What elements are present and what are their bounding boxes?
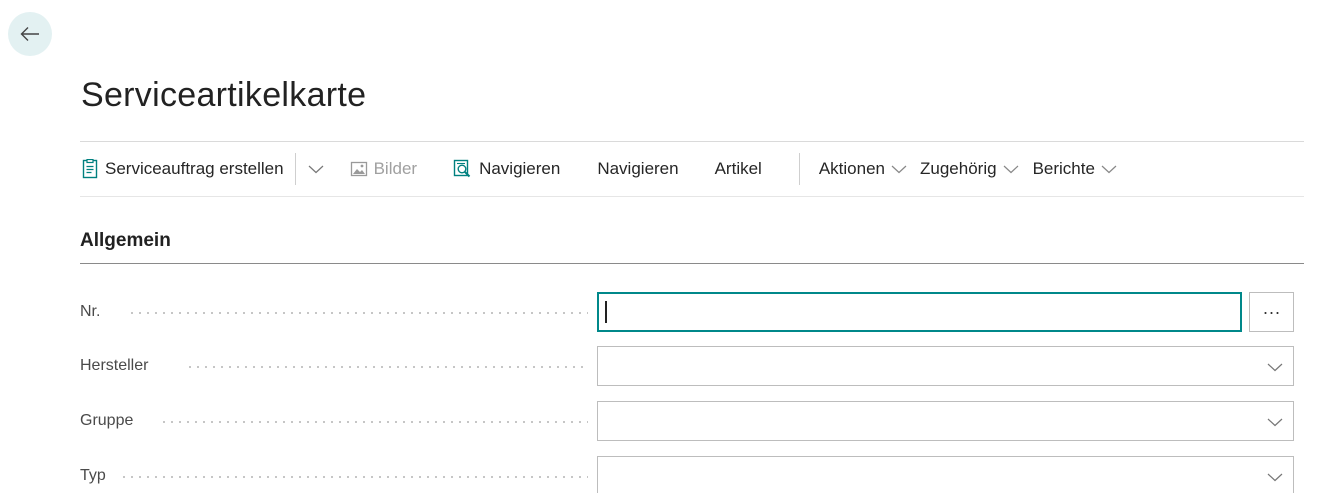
back-button[interactable] [8, 12, 52, 56]
pictures-label: Bilder [373, 159, 418, 178]
page-title: Serviceartikelkarte [81, 76, 367, 114]
leader-dots [128, 312, 588, 314]
section-divider [80, 263, 1304, 264]
chevron-down-icon [1261, 347, 1289, 387]
navigate-button[interactable]: Navigieren [597, 142, 678, 196]
field-row-manufacturer: Hersteller [80, 346, 1294, 386]
field-row-type: Typ [80, 456, 1294, 493]
separator [798, 153, 800, 185]
section-title[interactable]: Allgemein [80, 230, 171, 252]
search-document-icon [453, 159, 473, 179]
related-menu[interactable]: Zugehörig [920, 142, 1019, 196]
chevron-down-icon [1261, 457, 1289, 493]
arrow-left-icon [20, 26, 40, 42]
navigate-icon-button[interactable]: Navigieren [453, 142, 560, 196]
action-bar: Serviceauftrag erstellen Bilder Navigier… [80, 141, 1304, 197]
chevron-down-icon [1003, 164, 1019, 174]
manufacturer-dropdown[interactable] [597, 346, 1294, 386]
reports-label: Berichte [1032, 159, 1095, 178]
ellipsis-icon: ··· [1262, 301, 1281, 322]
page: Serviceartikelkarte Serviceauftrag erste… [0, 0, 1324, 493]
leader-dots [160, 421, 588, 423]
reports-menu[interactable]: Berichte [1033, 142, 1117, 196]
field-label-number: Nr. [80, 303, 101, 320]
field-row-group: Gruppe [80, 401, 1294, 441]
navigate-label: Navigieren [597, 159, 679, 178]
chevron-down-icon [1101, 164, 1117, 174]
document-icon [81, 159, 99, 179]
field-label-type: Typ [80, 467, 106, 484]
leader-dots [186, 366, 588, 368]
type-dropdown[interactable] [597, 456, 1294, 493]
pictures-button[interactable]: Bilder [350, 142, 417, 196]
leader-dots [120, 476, 588, 478]
field-label-manufacturer: Hersteller [80, 357, 149, 374]
lookup-button[interactable]: ··· [1249, 292, 1294, 332]
related-label: Zugehörig [920, 159, 997, 178]
item-label: Artikel [714, 159, 762, 178]
navigate-icon-label: Navigieren [479, 159, 561, 178]
chevron-down-icon [1261, 402, 1289, 442]
actions-menu[interactable]: Aktionen [819, 142, 907, 196]
chevron-down-icon [891, 164, 907, 174]
text-cursor [605, 301, 607, 323]
actions-label: Aktionen [818, 159, 885, 178]
chevron-down-icon [308, 159, 324, 179]
picture-icon [350, 161, 368, 177]
create-service-order-label: Serviceauftrag erstellen [105, 159, 284, 178]
create-service-order-button[interactable]: Serviceauftrag erstellen [80, 142, 284, 196]
field-row-number: Nr. ··· [80, 292, 1294, 332]
field-label-group: Gruppe [80, 412, 134, 429]
number-field[interactable] [597, 292, 1242, 332]
more-options-dropdown[interactable] [296, 142, 336, 196]
group-dropdown[interactable] [597, 401, 1294, 441]
item-button[interactable]: Artikel [715, 142, 762, 196]
